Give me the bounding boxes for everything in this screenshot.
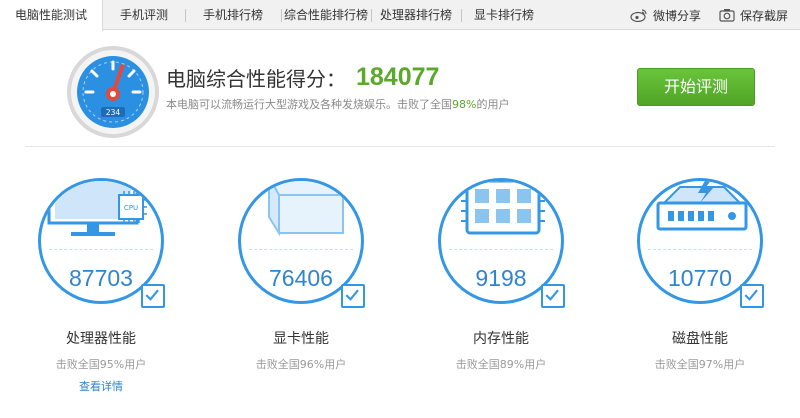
memory-card-subtitle: 击败全国89%用户 bbox=[455, 358, 547, 371]
circle-divider bbox=[249, 249, 353, 250]
section-divider bbox=[25, 146, 775, 147]
camera-icon bbox=[719, 9, 735, 22]
checkmark-icon bbox=[341, 284, 365, 308]
tab-phone-review[interactable]: 手机评测 bbox=[103, 0, 185, 30]
checkmark-icon bbox=[541, 284, 565, 308]
start-test-button[interactable]: 开始评测 bbox=[637, 68, 755, 106]
view-details-link[interactable]: 查看详情 bbox=[38, 378, 164, 394]
save-screenshot-label: 保存截屏 bbox=[739, 8, 788, 23]
cpu-chip-text: CPU bbox=[124, 204, 138, 212]
weibo-icon bbox=[630, 9, 647, 22]
graphics-card-icon bbox=[268, 181, 345, 237]
tab-bar: 电脑性能测试 手机评测 手机排行榜 综合性能排行榜 处理器排行榜 显卡排行榜 微… bbox=[0, 0, 800, 31]
gpu-card-subtitle: 击败全国96%用户 bbox=[255, 358, 347, 371]
circle-divider bbox=[648, 249, 752, 250]
save-screenshot-button[interactable]: 保存截屏 bbox=[719, 7, 788, 24]
overall-score: 184077 bbox=[356, 63, 440, 91]
tab-overall-ranking[interactable]: 综合性能排行榜 bbox=[281, 0, 371, 30]
circle-divider bbox=[449, 249, 553, 250]
weibo-share-label: 微博分享 bbox=[652, 8, 701, 23]
weibo-share-button[interactable]: 微博分享 bbox=[630, 7, 701, 24]
disk-card-title: 磁盘性能 bbox=[672, 331, 728, 347]
cpu-card-title: 处理器性能 bbox=[66, 331, 136, 347]
tab-phone-ranking[interactable]: 手机排行榜 bbox=[185, 0, 281, 30]
circle-divider bbox=[49, 249, 153, 250]
disk-card-subtitle: 击败全国97%用户 bbox=[654, 358, 746, 371]
checkmark-icon bbox=[740, 284, 764, 308]
hard-disk-icon bbox=[656, 181, 748, 231]
tab-gpu-ranking[interactable]: 显卡排行榜 bbox=[461, 0, 547, 30]
cpu-card-subtitle: 击败全国95%用户 bbox=[55, 358, 147, 371]
tab-cpu-ranking[interactable]: 处理器排行榜 bbox=[371, 0, 461, 30]
speedometer-icon: 234 bbox=[67, 46, 159, 138]
memory-card-title: 内存性能 bbox=[473, 331, 529, 347]
monitor-cpu-icon: CPU bbox=[47, 181, 147, 236]
score-label: 电脑综合性能得分： bbox=[166, 67, 346, 91]
checkmark-icon bbox=[141, 284, 165, 308]
memory-chip-icon bbox=[461, 181, 545, 235]
gauge-counter: 234 bbox=[106, 108, 121, 117]
score-desc-percent: 98% bbox=[452, 98, 477, 111]
tab-pc-performance[interactable]: 电脑性能测试 bbox=[0, 0, 103, 31]
score-desc-prefix: 本电脑可以流畅运行大型游戏及各种发烧娱乐。击败了全国 bbox=[166, 98, 452, 111]
tab-list: 电脑性能测试 手机评测 手机排行榜 综合性能排行榜 处理器排行榜 显卡排行榜 bbox=[0, 0, 547, 31]
score-description: 本电脑可以流畅运行大型游戏及各种发烧娱乐。击败了全国98%的用户 bbox=[166, 96, 509, 112]
toolbar: 微博分享 保存截屏 bbox=[612, 0, 788, 30]
score-desc-suffix: 的用户 bbox=[476, 98, 510, 111]
score-heading: 电脑综合性能得分： 184077 bbox=[166, 63, 439, 92]
gpu-card-title: 显卡性能 bbox=[273, 331, 329, 347]
